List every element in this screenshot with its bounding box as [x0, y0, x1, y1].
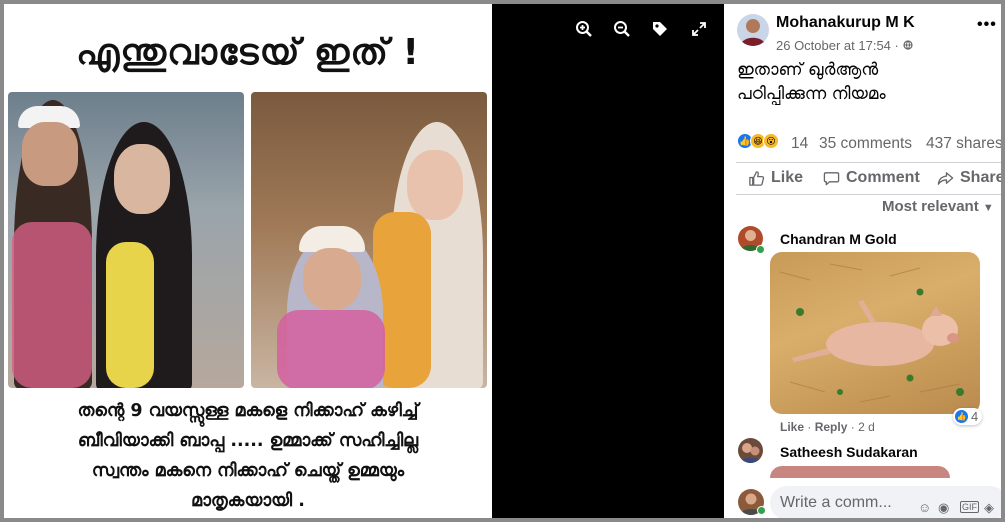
sticker-icon[interactable]: ◈: [984, 500, 994, 516]
comment-reply-link[interactable]: Reply: [815, 420, 848, 434]
comment-actions: Like · Reply · 2 d: [780, 420, 875, 434]
thumbs-up-icon: [749, 170, 765, 186]
caption-line: സ്വന്തം മകനെ നിക്കാഹ് ചെയ്ത് ഉമ്മയും: [91, 461, 405, 481]
comment-separator: ·: [807, 420, 812, 434]
photo-viewer: എന്തുവാടേയ് ഇത് ! തന്റെ 9 വയസ്സുള്ള മകളെ…: [4, 4, 724, 518]
online-status-dot: [756, 245, 765, 254]
wow-reaction-icon: 😮: [763, 133, 779, 149]
caption-line: തന്റെ 9 വയസ്സുള്ള മകളെ നിക്കാഹ് കഴിച്ച്: [77, 401, 419, 421]
divider: [736, 162, 1001, 163]
share-count[interactable]: 437 shares: [926, 135, 1001, 153]
comment-icon: [823, 171, 840, 185]
share-button[interactable]: Share: [937, 169, 1005, 187]
image-caption: തന്റെ 9 വയസ്സുള്ള മകളെ നിക്കാഹ് കഴിച്ച് …: [12, 396, 484, 516]
online-status-dot: [757, 506, 766, 515]
commenter-avatar[interactable]: [738, 438, 763, 463]
comment-input[interactable]: Write a comm... ☺ ◉ GIF ◈: [770, 486, 1001, 518]
left-photo: [8, 92, 244, 388]
comment-time[interactable]: 2 d: [858, 420, 875, 434]
share-icon: [937, 171, 954, 185]
comment-author[interactable]: Satheesh Sudakaran: [780, 444, 918, 460]
emoji-icon[interactable]: ☺: [918, 500, 931, 515]
fullscreen-icon[interactable]: [686, 16, 712, 42]
comment-like-link[interactable]: Like: [780, 420, 804, 434]
post-text-line: പഠിപ്പിക്കുന്ന നിയമം: [737, 84, 886, 104]
post-image: എന്തുവാടേയ് ഇത് ! തന്റെ 9 വയസ്സുള്ള മകളെ…: [4, 4, 492, 518]
caption-line: മാതൃകയായി .: [191, 491, 305, 511]
tag-icon[interactable]: [647, 16, 673, 42]
sort-label: Most relevant: [882, 198, 979, 215]
comment-image[interactable]: [770, 466, 950, 478]
globe-icon: [902, 38, 913, 53]
reaction-icons[interactable]: 👍 😆 😮: [737, 133, 779, 149]
caret-down-icon: ▼: [982, 202, 994, 214]
comment-reaction-badge[interactable]: 👍 4: [953, 408, 983, 425]
author-avatar[interactable]: [737, 14, 769, 46]
post-author[interactable]: Mohanakurup M K: [776, 14, 915, 32]
image-headline: എന്തുവാടേയ് ഇത് !: [76, 32, 420, 73]
post-meta: 26 October at 17:54 ·: [776, 38, 913, 53]
gif-icon[interactable]: GIF: [960, 501, 979, 513]
window-frame: എന്തുവാടേയ് ഇത് ! തന്റെ 9 വയസ്സുള്ള മകളെ…: [0, 0, 1005, 522]
comment-separator: ·: [850, 420, 855, 434]
post-sidebar: Mohanakurup M K 26 October at 17:54 · ••…: [724, 4, 1001, 518]
comment-button[interactable]: Comment: [823, 169, 920, 187]
comment-count[interactable]: 35 comments: [819, 135, 912, 153]
camera-icon[interactable]: ◉: [938, 500, 949, 516]
comment-reaction-count: 4: [971, 409, 979, 424]
comment-input-placeholder: Write a comm...: [780, 494, 892, 511]
like-reaction-icon: 👍: [955, 410, 968, 423]
post-text-line: ഇതാണ് ഖുർആൻ: [737, 60, 879, 80]
like-label: Like: [771, 169, 804, 186]
zoom-out-icon[interactable]: [609, 16, 635, 42]
reaction-count[interactable]: 14: [791, 135, 808, 153]
caption-line: ബീവിയാക്കി ബാപ്പ ..... ഉമ്മാക്ക് സഹിച്ചി…: [77, 431, 419, 451]
right-photo: [251, 92, 487, 388]
share-label: Share: [960, 169, 1005, 186]
more-options-icon[interactable]: •••: [977, 16, 997, 34]
comment-sort-dropdown[interactable]: Most relevant ▼: [882, 198, 994, 215]
zoom-in-icon[interactable]: [571, 16, 597, 42]
post-date[interactable]: 26 October at 17:54: [776, 38, 891, 53]
post-text: ഇതാണ് ഖുർആൻ പഠിപ്പിക്കുന്ന നിയമം: [737, 58, 987, 106]
comment-image[interactable]: [770, 252, 980, 414]
meta-separator: ·: [894, 38, 899, 53]
like-button[interactable]: Like: [748, 169, 803, 187]
comment-label: Comment: [846, 169, 920, 186]
comment-author[interactable]: Chandran M Gold: [780, 231, 897, 247]
divider: [736, 194, 1001, 195]
